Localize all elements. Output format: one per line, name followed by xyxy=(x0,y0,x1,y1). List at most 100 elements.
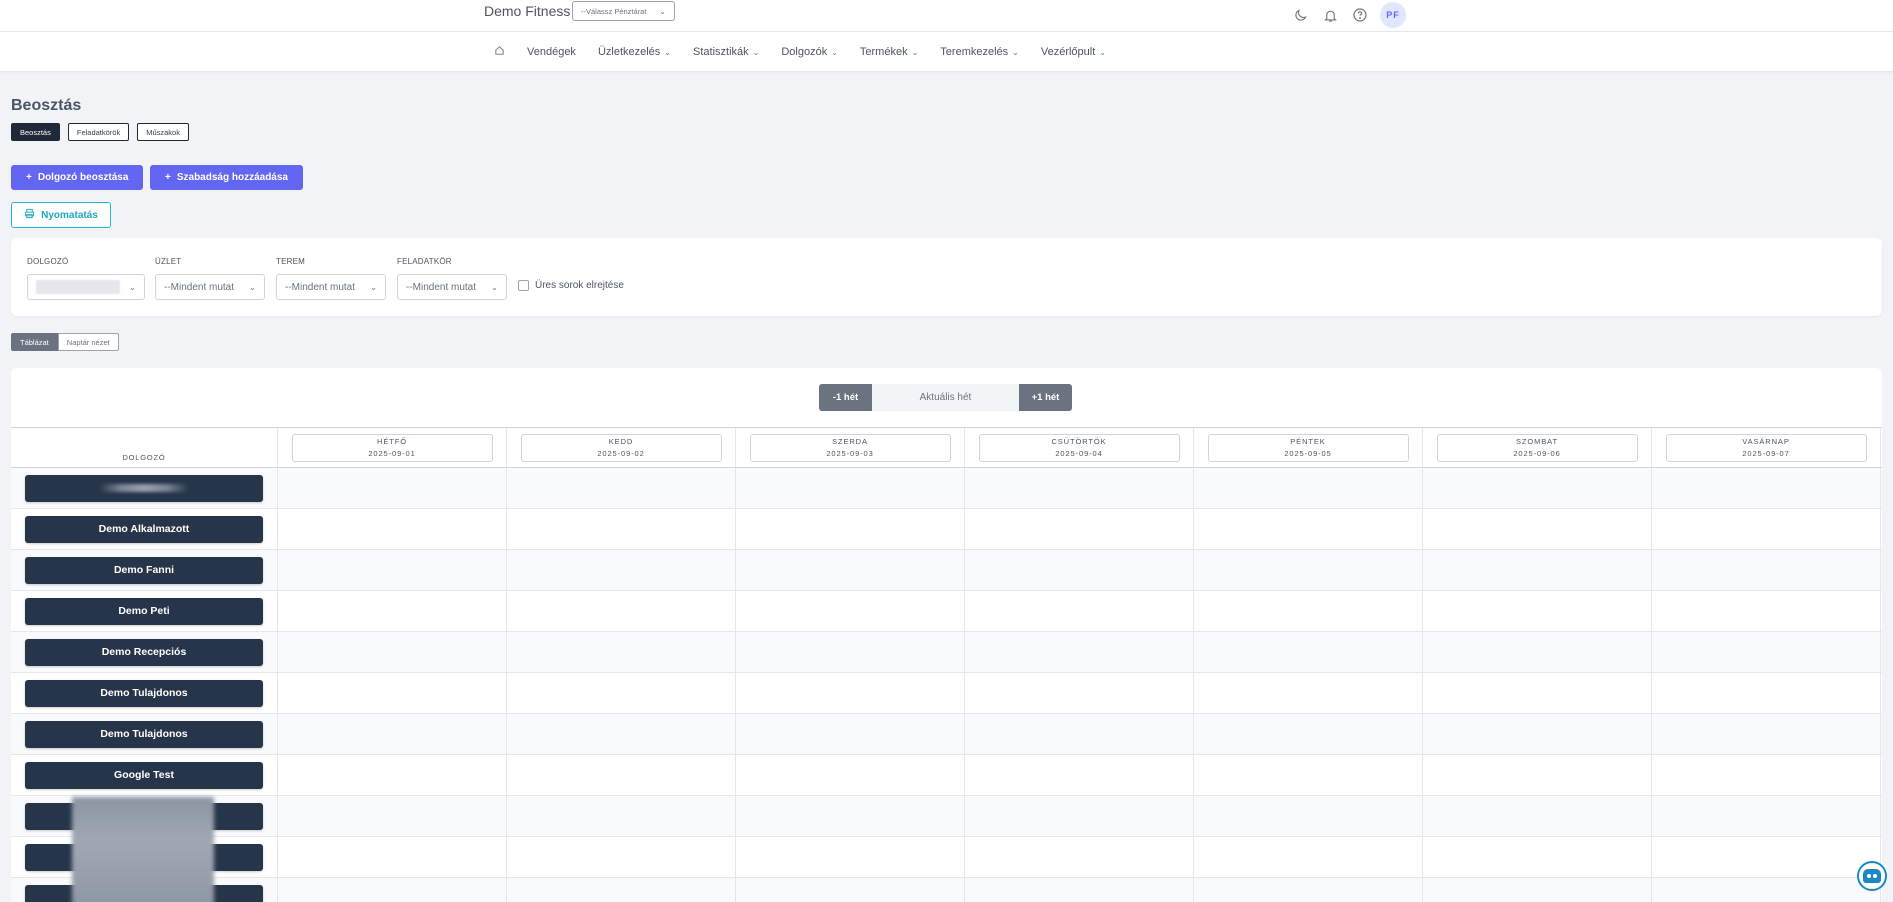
schedule-day-cell[interactable] xyxy=(736,837,965,877)
schedule-day-cell[interactable] xyxy=(278,509,507,549)
schedule-day-cell[interactable] xyxy=(736,468,965,508)
schedule-day-cell[interactable] xyxy=(278,591,507,631)
nav-item-dolgozok[interactable]: Dolgozók ⌄ xyxy=(781,46,838,58)
shop-filter-select[interactable]: --Mindent mutat ⌄ xyxy=(155,274,265,300)
tab-feladatkorok[interactable]: Feladatkörök xyxy=(67,123,130,141)
schedule-day-cell[interactable] xyxy=(1194,714,1423,754)
schedule-day-cell[interactable] xyxy=(1194,632,1423,672)
schedule-day-cell[interactable] xyxy=(1652,796,1881,836)
employee-name-button[interactable]: Demo Tulajdonos xyxy=(25,720,263,748)
home-icon[interactable] xyxy=(494,45,505,59)
schedule-day-cell[interactable] xyxy=(736,509,965,549)
next-week-button[interactable]: +1 hét xyxy=(1019,384,1072,411)
tab-muszakok[interactable]: Műszakok xyxy=(137,123,189,141)
moon-icon[interactable] xyxy=(1290,5,1310,25)
schedule-day-cell[interactable] xyxy=(1423,550,1652,590)
schedule-day-cell[interactable] xyxy=(736,878,965,902)
schedule-day-cell[interactable] xyxy=(1423,673,1652,713)
schedule-day-cell[interactable] xyxy=(507,509,736,549)
schedule-day-cell[interactable] xyxy=(1194,509,1423,549)
schedule-day-cell[interactable] xyxy=(507,796,736,836)
employee-name-button[interactable] xyxy=(25,474,263,502)
schedule-day-cell[interactable] xyxy=(1423,755,1652,795)
schedule-day-cell[interactable] xyxy=(278,755,507,795)
schedule-day-cell[interactable] xyxy=(278,468,507,508)
schedule-day-cell[interactable] xyxy=(736,673,965,713)
employee-name-button[interactable]: Demo Fanni xyxy=(25,556,263,584)
schedule-day-cell[interactable] xyxy=(1194,755,1423,795)
schedule-day-cell[interactable] xyxy=(507,755,736,795)
schedule-day-cell[interactable] xyxy=(278,632,507,672)
schedule-day-cell[interactable] xyxy=(965,714,1194,754)
nav-item-vezerlopult[interactable]: Vezérlőpult ⌄ xyxy=(1041,46,1106,58)
employee-name-button[interactable]: Google Test xyxy=(25,761,263,789)
schedule-day-cell[interactable] xyxy=(1423,509,1652,549)
current-week-button[interactable]: Aktuális hét xyxy=(872,384,1019,411)
schedule-day-cell[interactable] xyxy=(1194,837,1423,877)
schedule-day-cell[interactable] xyxy=(965,673,1194,713)
add-leave-button[interactable]: + Szabadság hozzáadása xyxy=(150,165,303,190)
schedule-day-cell[interactable] xyxy=(965,509,1194,549)
schedule-day-cell[interactable] xyxy=(507,550,736,590)
schedule-day-cell[interactable] xyxy=(1194,550,1423,590)
schedule-day-cell[interactable] xyxy=(1652,755,1881,795)
schedule-day-cell[interactable] xyxy=(965,755,1194,795)
nav-item-statisztikak[interactable]: Statisztikák ⌄ xyxy=(693,46,759,58)
employee-name-button[interactable]: Demo Peti xyxy=(25,597,263,625)
schedule-day-cell[interactable] xyxy=(965,468,1194,508)
schedule-day-cell[interactable] xyxy=(965,878,1194,902)
schedule-day-cell[interactable] xyxy=(965,591,1194,631)
schedule-day-cell[interactable] xyxy=(965,837,1194,877)
schedule-day-cell[interactable] xyxy=(278,837,507,877)
schedule-day-cell[interactable] xyxy=(507,632,736,672)
nav-item-teremkezeles[interactable]: Teremkezelés ⌄ xyxy=(940,46,1019,58)
schedule-day-cell[interactable] xyxy=(507,714,736,754)
schedule-day-cell[interactable] xyxy=(1423,837,1652,877)
employee-name-button[interactable]: Demo Tulajdonos xyxy=(25,679,263,707)
prev-week-button[interactable]: -1 hét xyxy=(819,384,872,411)
schedule-day-cell[interactable] xyxy=(1423,632,1652,672)
schedule-day-cell[interactable] xyxy=(278,878,507,902)
nav-item-vendegek[interactable]: Vendégek xyxy=(527,46,576,58)
schedule-day-cell[interactable] xyxy=(1652,468,1881,508)
schedule-day-cell[interactable] xyxy=(1194,796,1423,836)
view-table-button[interactable]: Táblázat xyxy=(11,333,58,351)
print-button[interactable]: Nyomatatás xyxy=(11,202,111,228)
employee-name-button[interactable]: Demo Recepciós xyxy=(25,638,263,666)
schedule-day-cell[interactable] xyxy=(507,591,736,631)
schedule-day-cell[interactable] xyxy=(736,755,965,795)
schedule-day-cell[interactable] xyxy=(1652,550,1881,590)
schedule-day-cell[interactable] xyxy=(278,673,507,713)
schedule-day-cell[interactable] xyxy=(1652,878,1881,902)
hide-empty-rows-toggle[interactable]: Üres sorok elrejtése xyxy=(518,280,624,291)
schedule-day-cell[interactable] xyxy=(1652,714,1881,754)
view-calendar-button[interactable]: Naptár nézet xyxy=(57,333,119,351)
schedule-day-cell[interactable] xyxy=(1194,591,1423,631)
bell-icon[interactable] xyxy=(1320,5,1340,25)
schedule-day-cell[interactable] xyxy=(965,550,1194,590)
add-employee-schedule-button[interactable]: + Dolgozó beosztása xyxy=(11,165,144,190)
schedule-day-cell[interactable] xyxy=(736,796,965,836)
schedule-day-cell[interactable] xyxy=(1194,673,1423,713)
role-filter-select[interactable]: --Mindent mutat ⌄ xyxy=(397,274,507,300)
nav-item-termekek[interactable]: Termékek ⌄ xyxy=(860,46,918,58)
schedule-day-cell[interactable] xyxy=(278,714,507,754)
register-select[interactable]: --Válassz Pénztárat ⌄ xyxy=(572,1,675,21)
room-filter-select[interactable]: --Mindent mutat ⌄ xyxy=(276,274,386,300)
schedule-day-cell[interactable] xyxy=(1652,837,1881,877)
schedule-day-cell[interactable] xyxy=(1652,673,1881,713)
schedule-day-cell[interactable] xyxy=(507,878,736,902)
support-bot-icon[interactable] xyxy=(1857,861,1887,891)
brand-name[interactable]: Demo Fitness xyxy=(484,3,570,19)
schedule-day-cell[interactable] xyxy=(965,796,1194,836)
schedule-day-cell[interactable] xyxy=(736,714,965,754)
nav-item-uzletkezeles[interactable]: Üzletkezelés ⌄ xyxy=(598,46,671,58)
help-circle-icon[interactable] xyxy=(1350,5,1370,25)
schedule-day-cell[interactable] xyxy=(1652,632,1881,672)
tab-beosztas[interactable]: Beosztás xyxy=(11,123,60,141)
schedule-day-cell[interactable] xyxy=(1194,468,1423,508)
schedule-day-cell[interactable] xyxy=(1423,714,1652,754)
hide-empty-rows-checkbox[interactable] xyxy=(518,280,529,291)
schedule-day-cell[interactable] xyxy=(1423,468,1652,508)
employee-name-button[interactable]: Demo Alkalmazott xyxy=(25,515,263,543)
